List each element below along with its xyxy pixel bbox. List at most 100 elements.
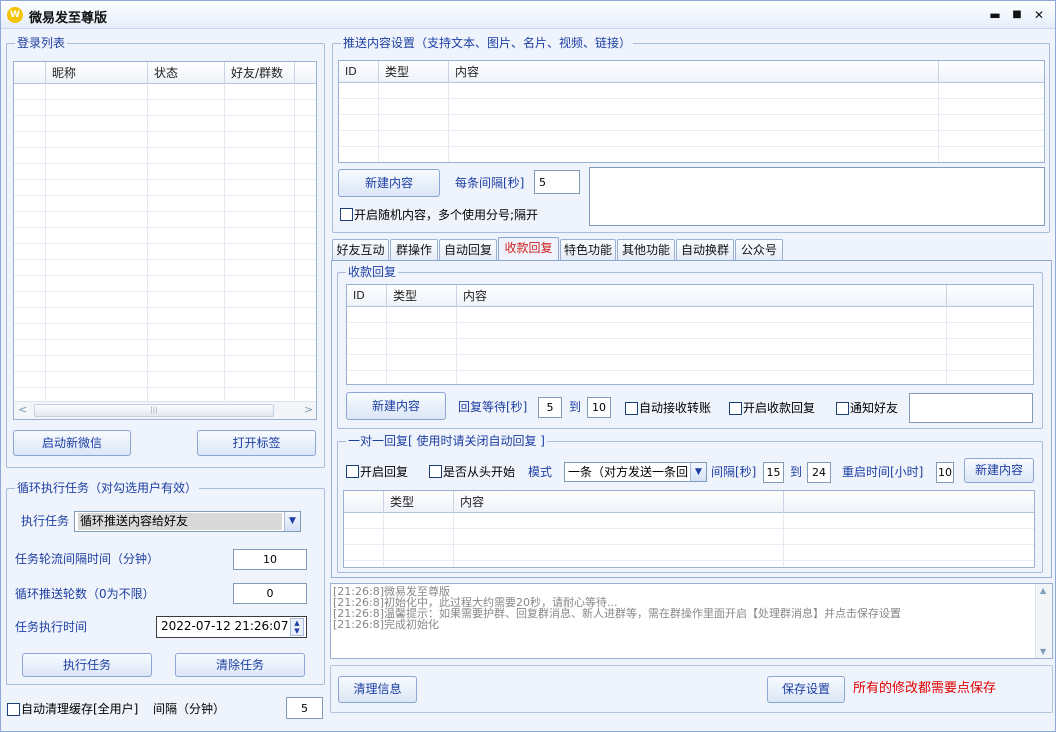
tab-other[interactable]: 其他功能 xyxy=(617,239,675,260)
tab-group-ops[interactable]: 群操作 xyxy=(390,239,438,260)
column-header-type[interactable]: 类型 xyxy=(379,61,449,83)
auto-clean-cache-checkbox[interactable] xyxy=(7,703,20,716)
task-select[interactable]: 循环推送内容给好友 ▼ xyxy=(74,511,301,532)
column-header-id[interactable]: ID xyxy=(339,61,379,83)
reply-wait-to-input[interactable] xyxy=(587,397,611,418)
tab-auto-reply[interactable]: 自动回复 xyxy=(439,239,497,260)
login-list-rows[interactable] xyxy=(14,84,316,401)
column-header-content[interactable]: 内容 xyxy=(449,61,939,83)
column-header-select[interactable] xyxy=(14,62,46,84)
column-header-extra xyxy=(939,61,1044,83)
exec-time-value: 2022-07-12 21:26:07 xyxy=(161,619,289,633)
scroll-left-icon[interactable]: < xyxy=(18,403,27,416)
enable-one2one-label: 开启回复 xyxy=(360,465,409,479)
grid-line xyxy=(938,83,939,162)
scroll-down-icon[interactable]: ▼ xyxy=(1040,647,1046,656)
mode-select[interactable]: 一条（对方发送一条回 ▼ xyxy=(564,462,707,482)
push-content-textbox[interactable] xyxy=(589,167,1045,226)
grid-line xyxy=(386,307,387,384)
column-header-id[interactable]: ID xyxy=(347,285,387,307)
column-header-select xyxy=(344,491,384,513)
restart-time-input[interactable] xyxy=(936,462,954,483)
title-bar[interactable]: W 微易发至尊版 ▬ ■ ✕ xyxy=(1,1,1055,29)
reply-wait-from-input[interactable] xyxy=(538,397,562,418)
grid-line xyxy=(45,84,46,401)
grid-line xyxy=(147,84,148,401)
app-title: 微易发至尊版 xyxy=(29,11,108,26)
clear-info-button[interactable]: 清理信息 xyxy=(338,676,417,703)
one2one-interval-from-input[interactable] xyxy=(763,462,784,483)
app-logo-icon: W xyxy=(7,7,23,23)
column-header-content[interactable]: 内容 xyxy=(454,491,784,513)
one2one-table-rows[interactable] xyxy=(344,513,1034,567)
close-button[interactable]: ✕ xyxy=(1031,7,1047,23)
receipt-table[interactable]: ID 类型 内容 xyxy=(346,284,1034,385)
grid-line xyxy=(783,513,784,567)
column-header-content[interactable]: 内容 xyxy=(457,285,947,307)
clear-task-button[interactable]: 清除任务 xyxy=(175,653,305,677)
random-content-label: 开启随机内容，多个使用分号;隔开 xyxy=(354,208,539,222)
mode-label: 模式 xyxy=(528,465,553,479)
column-header-nickname[interactable]: 昵称 xyxy=(46,62,148,84)
horizontal-scrollbar[interactable]: < ||| > xyxy=(14,401,316,419)
maximize-button[interactable]: ■ xyxy=(1009,7,1025,23)
spin-icon[interactable]: ▲ ▼ xyxy=(290,618,304,636)
from-start-checkbox[interactable] xyxy=(429,465,442,478)
open-tab-button[interactable]: 打开标签 xyxy=(197,430,316,456)
tab-friend-interaction[interactable]: 好友互动 xyxy=(332,239,389,260)
minimize-button[interactable]: ▬ xyxy=(987,7,1003,23)
rounds-label: 循环推送轮数（0为不限） xyxy=(15,587,155,601)
mode-select-value: 一条（对方发送一条回 xyxy=(568,465,689,479)
cache-interval-input[interactable] xyxy=(286,697,323,719)
column-header-type[interactable]: 类型 xyxy=(384,491,454,513)
save-notice-text: 所有的修改都需要点保存 xyxy=(853,681,997,696)
enable-one2one-checkbox[interactable] xyxy=(346,465,359,478)
grid-line xyxy=(456,307,457,384)
column-header-type[interactable]: 类型 xyxy=(387,285,457,307)
tab-auto-switch-group[interactable]: 自动换群 xyxy=(676,239,734,260)
interval-input[interactable] xyxy=(233,549,307,570)
receipt-table-header: ID 类型 内容 xyxy=(347,285,1033,307)
tab-official-account[interactable]: 公众号 xyxy=(735,239,783,260)
chevron-down-icon[interactable]: ▼ xyxy=(690,463,706,481)
one2one-reply-title: 一对一回复[ 使用时请关闭自动回复 ] xyxy=(346,433,547,449)
save-settings-button[interactable]: 保存设置 xyxy=(767,676,845,703)
vertical-scrollbar[interactable]: ▲ ▼ xyxy=(1035,584,1052,658)
one2one-table[interactable]: 类型 内容 xyxy=(343,490,1035,568)
chevron-down-icon[interactable]: ▼ xyxy=(284,512,300,531)
scroll-up-icon[interactable]: ▲ xyxy=(1040,586,1046,595)
login-list-header: 昵称 状态 好友/群数 xyxy=(14,62,316,84)
scroll-thumb[interactable]: ||| xyxy=(34,404,274,417)
notify-friend-textbox[interactable] xyxy=(909,393,1033,423)
tab-receipt-reply[interactable]: 收款回复 xyxy=(498,237,559,261)
scroll-right-icon[interactable]: > xyxy=(304,403,313,416)
push-content-table[interactable]: ID 类型 内容 xyxy=(338,60,1045,163)
grid-line xyxy=(224,84,225,401)
log-panel[interactable]: [21:26:8]微易发至尊版 [21:26:8]初始化中，此过程大约需要20秒… xyxy=(330,583,1053,659)
random-content-checkbox[interactable] xyxy=(340,208,353,221)
column-header-friends[interactable]: 好友/群数 xyxy=(225,62,295,84)
grid-line xyxy=(453,513,454,567)
receipt-new-content-button[interactable]: 新建内容 xyxy=(346,392,446,420)
login-list-title: 登录列表 xyxy=(15,35,68,51)
auto-accept-transfer-checkbox[interactable] xyxy=(625,402,638,415)
one2one-interval-to-input[interactable] xyxy=(807,462,831,483)
grid-line xyxy=(448,83,449,162)
restart-time-label: 重启时间[小时] xyxy=(842,465,924,479)
notify-friend-label: 通知好友 xyxy=(850,401,899,415)
grid-line xyxy=(294,84,295,401)
start-new-wechat-button[interactable]: 启动新微信 xyxy=(13,430,131,456)
notify-friend-checkbox[interactable] xyxy=(836,402,849,415)
push-new-content-button[interactable]: 新建内容 xyxy=(338,169,440,197)
rounds-input[interactable] xyxy=(233,583,307,604)
tab-features[interactable]: 特色功能 xyxy=(560,239,616,260)
column-header-status[interactable]: 状态 xyxy=(148,62,225,84)
each-interval-input[interactable] xyxy=(534,170,580,194)
enable-receipt-reply-checkbox[interactable] xyxy=(729,402,742,415)
column-header-extra xyxy=(947,285,1033,307)
exec-time-picker[interactable]: 2022-07-12 21:26:07 ▲ ▼ xyxy=(156,616,307,638)
receipt-table-rows[interactable] xyxy=(347,307,1033,384)
one2one-new-content-button[interactable]: 新建内容 xyxy=(964,458,1034,483)
login-list-table[interactable]: 昵称 状态 好友/群数 < ||| > xyxy=(13,61,317,420)
run-task-button[interactable]: 执行任务 xyxy=(22,653,152,677)
